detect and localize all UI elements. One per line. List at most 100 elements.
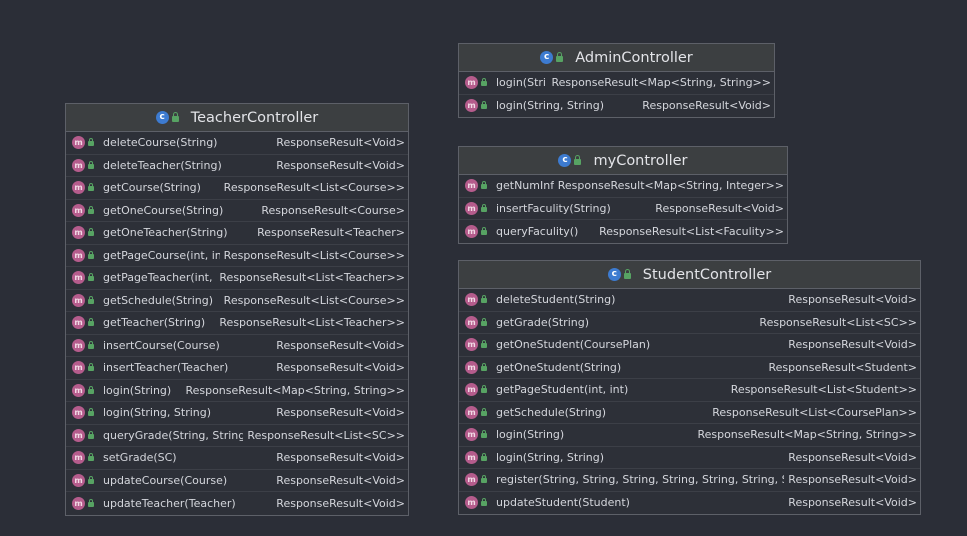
class-my-controller[interactable]: c myController mgetNumInfo()ResponseResu… xyxy=(458,146,788,244)
public-lock-icon xyxy=(88,453,94,462)
public-lock-icon xyxy=(88,160,94,169)
method-return-type: ResponseResult<Void> xyxy=(276,496,405,510)
method-row[interactable]: m getNumInfo()ResponseResult<Map<String, … xyxy=(459,175,787,198)
method-row[interactable]: m updateCourse(Course) ResponseResult<Void… xyxy=(66,470,408,492)
class-icon: c xyxy=(155,111,169,124)
method-row[interactable]: m getOneTeacher(String) ResponseResult<Tea… xyxy=(66,222,408,245)
method-row[interactable]: m getCourse(String) ResponseResult<List<Co… xyxy=(66,177,408,200)
public-lock-icon xyxy=(88,318,94,327)
class-student-controller[interactable]: c StudentController m deleteStudent(Strin… xyxy=(458,260,921,515)
method-icon: m xyxy=(72,136,85,150)
method-icon: m xyxy=(72,316,85,330)
method-icon: m xyxy=(465,99,478,113)
method-row[interactable]: m insertFaculity(String) ResponseResult<Vo… xyxy=(459,198,787,220)
method-return-type: ResponseResult<Teacher> xyxy=(257,226,405,240)
method-icon: m xyxy=(72,406,85,420)
method-row[interactable]: m updateStudent(Student) ResponseResult<Vo… xyxy=(459,492,920,515)
method-signature: getOneStudent(String) xyxy=(496,360,622,374)
method-row[interactable]: m register(String, String, String, String… xyxy=(459,469,920,492)
method-signature: insertCourse(Course) xyxy=(103,338,220,352)
method-signature: queryFaculity() xyxy=(496,224,579,238)
method-return-type: ResponseResult<Void> xyxy=(642,99,771,113)
method-row[interactable]: m getPageCourse(int, int) ResponseResult<L… xyxy=(66,245,408,267)
public-lock-icon xyxy=(88,363,94,372)
method-list: m getNumInfo()ResponseResult<Map<String, … xyxy=(459,175,787,243)
method-row[interactable]: m getPageStudent(int, int) ResponseResult<… xyxy=(459,379,920,402)
method-signature: updateCourse(Course) xyxy=(103,473,228,487)
public-lock-icon xyxy=(88,138,94,147)
method-signature: deleteTeacher(String) xyxy=(103,158,222,172)
method-signature: login(String, String) xyxy=(103,406,212,420)
method-row[interactable]: m getPageTeacher(int, int) ResponseResult<… xyxy=(66,267,408,290)
method-row[interactable]: m getTeacher(String) ResponseResult<List<T… xyxy=(66,312,408,335)
method-return-type: ResponseResult<Void> xyxy=(655,201,784,215)
method-return-type: ResponseResult<List<Faculity>> xyxy=(599,224,784,238)
method-return-type: ResponseResult<List<Student>> xyxy=(730,383,917,397)
method-icon: m xyxy=(465,315,478,329)
class-admin-controller[interactable]: c AdminController m login(String) Response… xyxy=(458,43,775,118)
method-icon: m xyxy=(72,293,85,307)
method-signature: getPageTeacher(int, int) xyxy=(103,271,215,285)
method-icon: m xyxy=(72,383,85,397)
public-lock-icon xyxy=(623,268,631,279)
method-row[interactable]: m deleteCourse(String) ResponseResult<Void… xyxy=(66,132,408,155)
method-icon: m xyxy=(72,361,85,375)
method-icon: m xyxy=(72,158,85,172)
method-row[interactable]: m login(String, String) ResponseResult<Voi… xyxy=(459,447,920,469)
method-row[interactable]: m deleteTeacher(String) ResponseResult<Voi… xyxy=(66,155,408,177)
class-icon: c xyxy=(607,268,621,281)
method-return-type: ResponseResult<List<SC>> xyxy=(759,315,917,329)
public-lock-icon xyxy=(481,295,487,304)
class-teacher-controller[interactable]: c TeacherController m deleteCourse(String… xyxy=(65,103,409,516)
method-signature: queryGrade(String, String) xyxy=(103,428,244,442)
class-icon: c xyxy=(558,154,572,167)
method-signature: login(String) xyxy=(496,428,565,442)
public-lock-icon xyxy=(481,407,487,416)
class-icon: c xyxy=(540,51,554,64)
public-lock-icon xyxy=(88,385,94,394)
method-icon: m xyxy=(72,338,85,352)
method-row[interactable]: m insertTeacher(Teacher) ResponseResult<Vo… xyxy=(66,357,408,380)
method-return-type: ResponseResult<Map<String, Integer>> xyxy=(557,179,784,193)
method-row[interactable]: m getGrade(String) ResponseResult<List<SC>… xyxy=(459,312,920,334)
method-return-type: ResponseResult<Void> xyxy=(276,136,405,150)
method-row[interactable]: m login(String, String) ResponseResult<Voi… xyxy=(459,95,774,118)
method-row[interactable]: m login(String, String) ResponseResult<Voi… xyxy=(66,402,408,425)
method-return-type: ResponseResult<List<Teacher>> xyxy=(219,316,405,330)
method-signature: updateTeacher(Teacher) xyxy=(103,496,236,510)
method-icon: m xyxy=(72,271,85,285)
method-row[interactable]: m getOneStudent(String) ResponseResult<Stu… xyxy=(459,357,920,379)
method-return-type: ResponseResult<Void> xyxy=(276,361,405,375)
method-icon: m xyxy=(72,451,85,465)
method-row[interactable]: m queryGrade(String, String) ResponseResul… xyxy=(66,425,408,447)
method-signature: getCourse(String) xyxy=(103,181,201,195)
public-lock-icon xyxy=(88,205,94,214)
method-return-type: ResponseResult<Void> xyxy=(276,473,405,487)
method-row[interactable]: m login(String) ResponseResult<Map<String,… xyxy=(459,72,774,95)
method-icon: m xyxy=(465,383,478,397)
method-row[interactable]: m login(String) ResponseResult<Map<String,… xyxy=(459,424,920,447)
method-signature: getSchedule(String) xyxy=(103,293,214,307)
method-row[interactable]: m setGrade(SC) ResponseResult<Void> xyxy=(66,447,408,470)
method-row[interactable]: m getOneCourse(String) ResponseResult<Cour… xyxy=(66,200,408,222)
method-row[interactable]: m deleteStudent(String) ResponseResult<Voi… xyxy=(459,289,920,312)
method-icon: m xyxy=(72,496,85,510)
public-lock-icon xyxy=(481,317,487,326)
method-return-type: ResponseResult<Void> xyxy=(788,293,917,307)
method-row[interactable]: m getSchedule(String) ResponseResult<List<… xyxy=(459,402,920,424)
method-signature: getGrade(String) xyxy=(496,315,590,329)
public-lock-icon xyxy=(88,250,94,259)
method-row[interactable]: m login(String) ResponseResult<Map<String,… xyxy=(66,380,408,402)
method-icon: m xyxy=(465,473,478,487)
method-icon: m xyxy=(72,473,85,487)
method-row[interactable]: m insertCourse(Course) ResponseResult<Void… xyxy=(66,335,408,357)
method-return-type: ResponseResult<List<SC>> xyxy=(247,428,405,442)
method-signature: setGrade(SC) xyxy=(103,451,177,465)
class-header: c myController xyxy=(459,147,787,175)
method-return-type: ResponseResult<Student> xyxy=(768,360,917,374)
method-signature: getPageCourse(int, int) xyxy=(103,248,220,262)
method-row[interactable]: m updateTeacher(Teacher) ResponseResult<Vo… xyxy=(66,492,408,515)
method-row[interactable]: m getSchedule(String) ResponseResult<List<… xyxy=(66,290,408,312)
method-row[interactable]: m queryFaculity() ResponseResult<List<Facu… xyxy=(459,220,787,243)
method-row[interactable]: m getOneStudent(CoursePlan) ResponseResult… xyxy=(459,334,920,357)
